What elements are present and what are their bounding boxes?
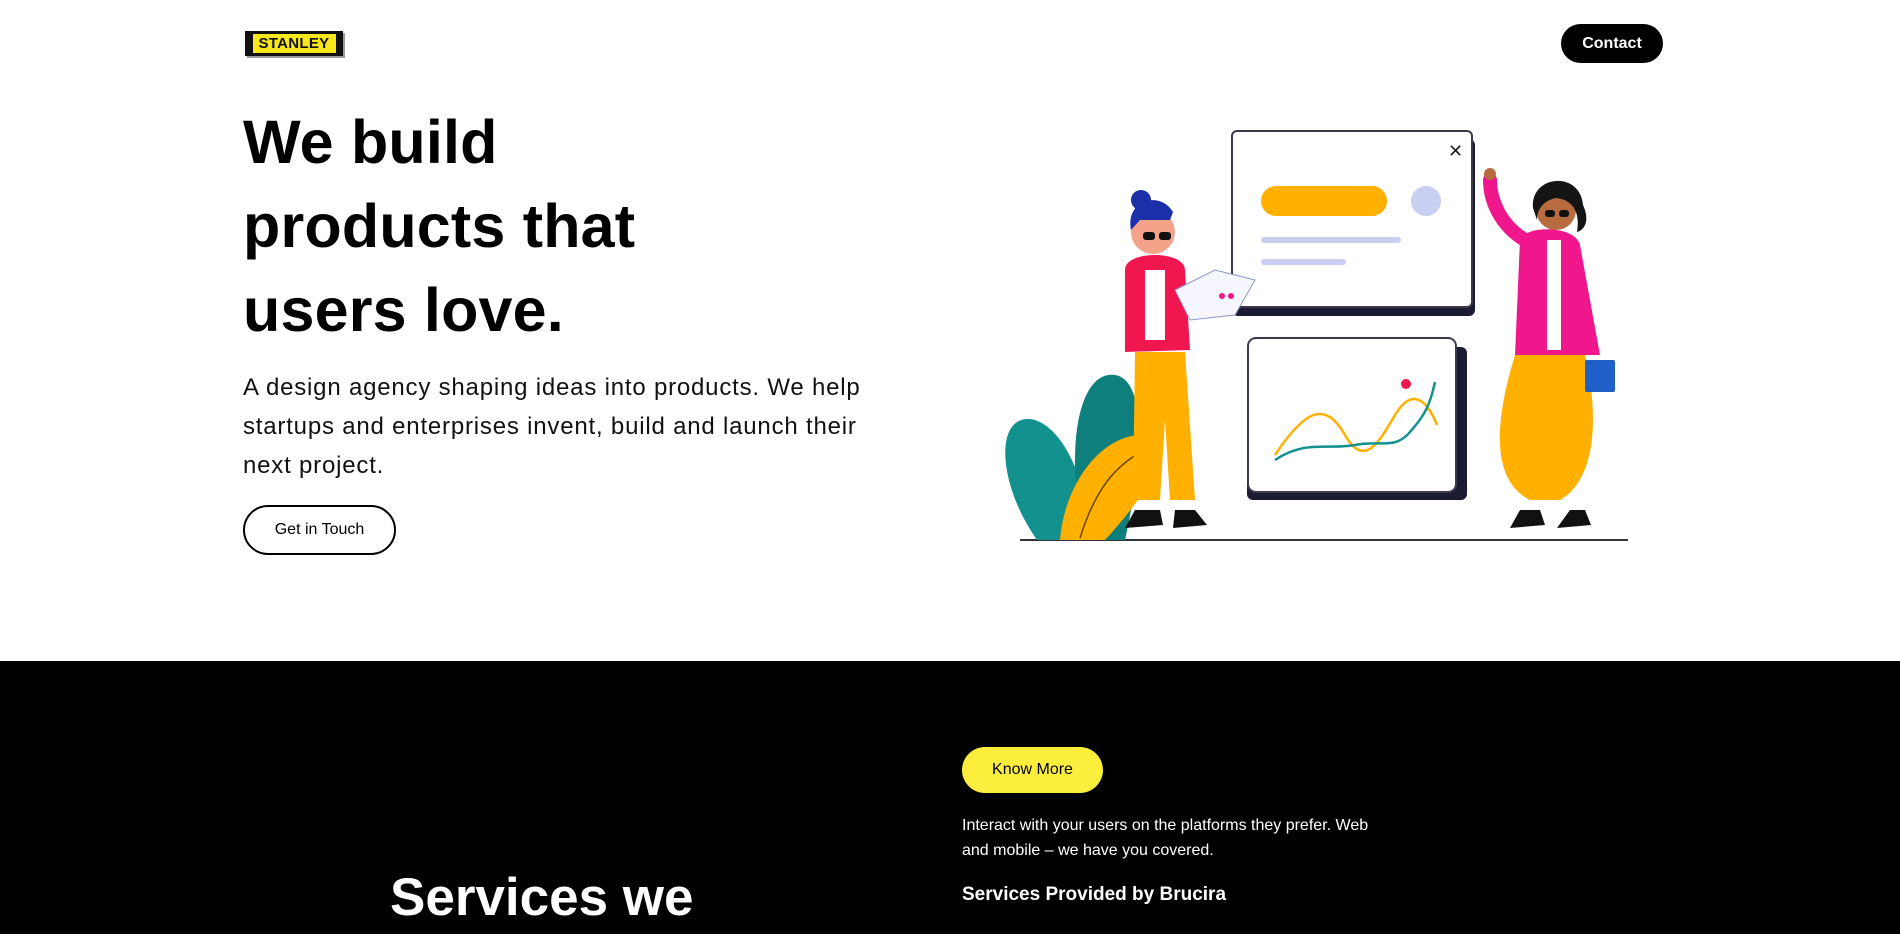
hero-illustration: ✕ — [1005, 130, 1628, 541]
contact-button[interactable]: Contact — [1561, 24, 1663, 63]
get-in-touch-button[interactable]: Get in Touch — [243, 505, 396, 555]
stanley-logo[interactable]: STANLEY — [245, 31, 343, 56]
services-title: Services we — [390, 868, 694, 927]
know-more-button[interactable]: Know More — [962, 747, 1103, 793]
close-icon: ✕ — [1448, 141, 1463, 162]
top-card — [1231, 130, 1473, 308]
hero-title-line-1: We build — [243, 108, 498, 176]
chart-card — [1247, 337, 1457, 493]
hero-title-line-3: users love. — [243, 276, 564, 344]
hero-description: A design agency shaping ideas into produ… — [243, 374, 861, 479]
services-section: Services we Know More Interact with your… — [0, 661, 1900, 934]
hero-title: We build products that users love. — [243, 100, 803, 352]
hero-title-line-2: products that — [243, 192, 636, 260]
logo-text: STANLEY — [252, 34, 336, 53]
services-description: Interact with your users on the platform… — [962, 817, 1369, 859]
services-provided-heading: Services Provided by Brucira — [962, 884, 1227, 905]
site-header: STANLEY Contact — [0, 0, 1900, 90]
